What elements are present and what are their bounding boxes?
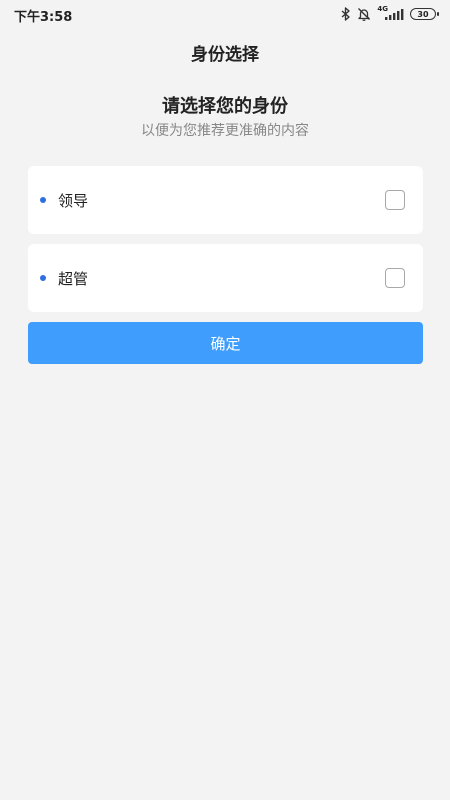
status-bar: 下午3:58 4G 30 — [0, 0, 450, 28]
bullet-dot-icon — [40, 275, 46, 281]
option-checkbox[interactable] — [385, 190, 405, 210]
status-icons: 4G 30 — [341, 5, 439, 23]
identity-option-super-admin[interactable]: 超管 — [28, 244, 423, 312]
mute-bell-icon — [357, 6, 371, 22]
intro-subheading: 以便为您推荐更准确的内容 — [141, 123, 309, 139]
confirm-button[interactable]: 确定 — [28, 322, 423, 364]
option-checkbox[interactable] — [385, 268, 405, 288]
bullet-dot-icon — [40, 197, 46, 203]
battery-icon: 30 — [410, 8, 439, 20]
option-label: 超管 — [58, 270, 89, 288]
network-type: 4G — [377, 5, 388, 13]
status-time: 下午3:58 — [14, 10, 73, 25]
intro-heading: 请选择您的身份 — [162, 96, 288, 117]
option-label: 领导 — [58, 192, 89, 210]
identity-option-leader[interactable]: 领导 — [28, 166, 423, 234]
bluetooth-icon — [341, 6, 351, 22]
page-title: 身份选择 — [191, 45, 259, 65]
signal-icon: 4G — [377, 5, 404, 22]
battery-level: 30 — [417, 9, 429, 19]
